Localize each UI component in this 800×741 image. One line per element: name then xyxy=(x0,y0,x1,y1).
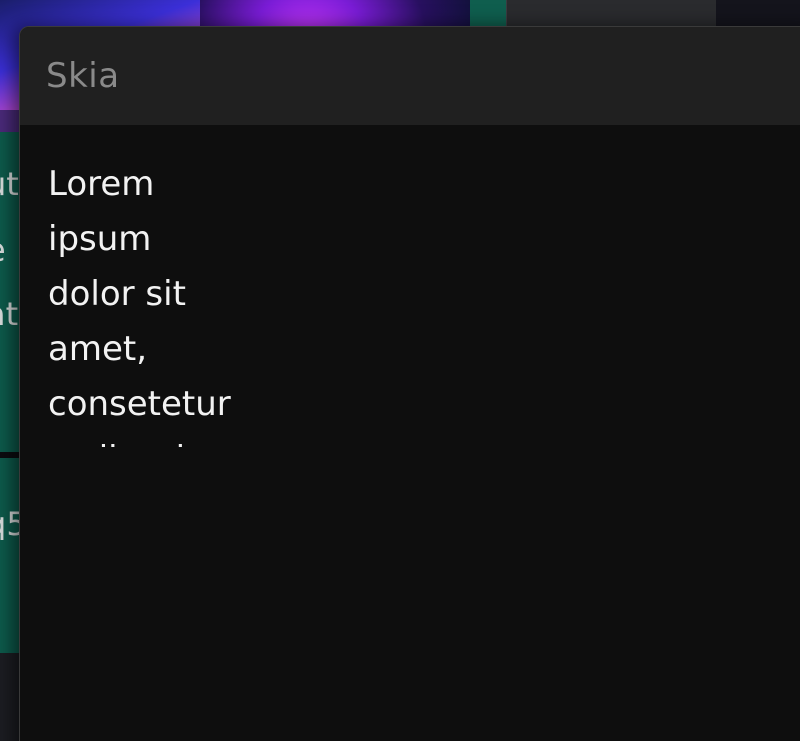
text-line: ipsum xyxy=(48,219,152,259)
text-line: dolor sit xyxy=(48,274,186,314)
text-line: sadipscing xyxy=(48,432,288,447)
desktop: ut e at q5 Skia Lorem ipsum dolor sit am… xyxy=(0,0,800,741)
text-line: consetetur xyxy=(48,384,231,424)
window-content: Lorem ipsum dolor sit amet, consetetur s… xyxy=(20,125,800,447)
text-block: Lorem ipsum dolor sit amet, consetetur s… xyxy=(48,157,288,447)
text-line: amet, xyxy=(48,329,148,369)
window-titlebar[interactable]: Skia xyxy=(20,27,800,125)
skia-window[interactable]: Skia Lorem ipsum dolor sit amet, consete… xyxy=(19,26,800,741)
text-line: Lorem xyxy=(48,164,155,204)
window-title: Skia xyxy=(46,56,120,96)
